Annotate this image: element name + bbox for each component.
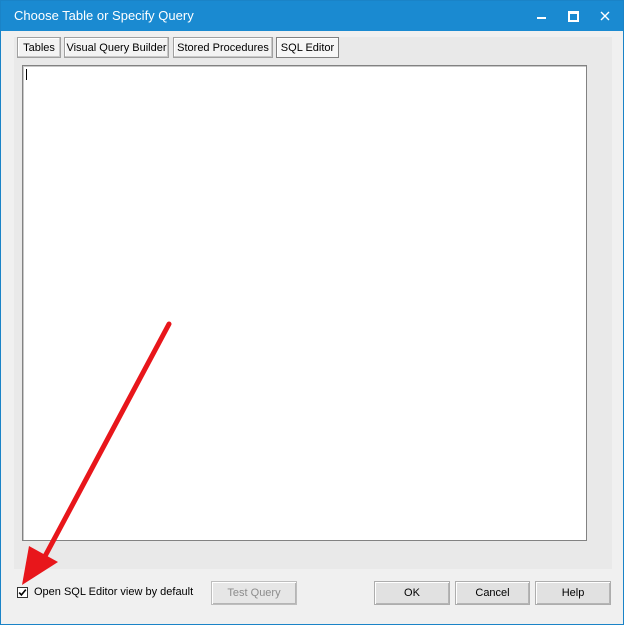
title-bar[interactable]: Choose Table or Specify Query [1, 1, 623, 31]
minimize-icon [536, 17, 546, 19]
default-view-checkbox[interactable] [17, 587, 28, 598]
sql-editor-textarea[interactable] [22, 65, 587, 541]
minimize-button[interactable] [525, 1, 557, 31]
ok-button[interactable]: OK [374, 581, 450, 605]
tab-stored-procedures[interactable]: Stored Procedures [173, 37, 273, 58]
tab-visual-query-builder[interactable]: Visual Query Builder [64, 37, 169, 58]
dialog-window: Choose Table or Specify Query Tables Vis… [0, 0, 624, 625]
tab-sql-editor[interactable]: SQL Editor [276, 37, 339, 58]
maximize-icon [567, 10, 579, 22]
checkmark-icon [18, 589, 27, 597]
help-button[interactable]: Help [535, 581, 611, 605]
close-icon [600, 11, 610, 21]
text-caret [26, 69, 27, 80]
tab-tables[interactable]: Tables [17, 37, 61, 58]
cancel-button[interactable]: Cancel [455, 581, 530, 605]
default-view-label[interactable]: Open SQL Editor view by default [34, 586, 193, 598]
close-button[interactable] [589, 1, 621, 31]
maximize-button[interactable] [557, 1, 589, 31]
window-title: Choose Table or Specify Query [14, 8, 194, 23]
test-query-button[interactable]: Test Query [211, 581, 297, 605]
